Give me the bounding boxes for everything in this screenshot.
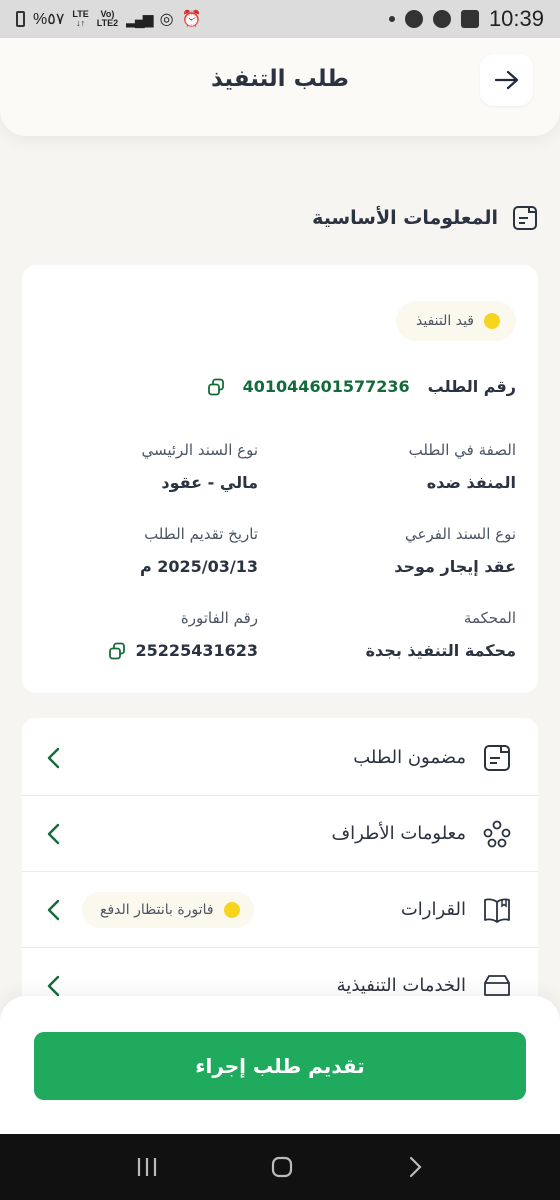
chevron-left-icon [47, 975, 60, 996]
invoice-value: 25225431623 [18, 641, 258, 660]
status-badge: قيد التنفيذ [396, 301, 516, 341]
main-bond-type-field: نوع السند الرئيسي مالي - عقود [18, 441, 258, 492]
page-title: طلب التنفيذ [211, 66, 349, 92]
submit-date-label: تاريخ تقديم الطلب [144, 525, 258, 543]
network-indicator-1: LTE ↓↑ [72, 9, 89, 28]
section-title: المعلومات الأساسية [312, 207, 498, 229]
invoice-field: رقم الفاتورة 25225431623 [18, 609, 258, 660]
court-value: محكمة التنفيذ بجدة [365, 641, 516, 660]
badge-text: فاتورة بانتظار الدفع [100, 901, 214, 918]
invoice-label: رقم الفاتورة [180, 609, 258, 627]
document-icon [484, 744, 510, 771]
list-item-label: معلومات الأطراف [331, 823, 466, 844]
status-dot-icon [484, 313, 500, 329]
gallery-icon [460, 10, 479, 28]
request-number-label: رقم الطلب [427, 377, 516, 396]
payment-pending-badge: فاتورة بانتظار الدفع [82, 891, 254, 928]
submit-date-value: 2025/03/13 م [139, 557, 258, 576]
court-field: المحكمة محكمة التنفيذ بجدة [276, 609, 516, 660]
menu-list: مضمون الطلب معلومات الأطراف القرارات فات… [22, 718, 538, 1018]
document-icon [513, 206, 537, 230]
main-bond-type-value: مالي - عقود [161, 473, 258, 492]
court-label: المحكمة [463, 609, 516, 627]
status-dot-icon [223, 901, 240, 918]
snapchat-icon [432, 10, 451, 28]
people-icon [483, 820, 511, 847]
home-icon[interactable] [270, 1155, 294, 1179]
section-heading: المعلومات الأساسية [312, 205, 538, 231]
hotspot-icon: ◎ [159, 11, 174, 28]
list-item-label: مضمون الطلب [353, 747, 466, 768]
system-nav-bar [0, 1134, 560, 1200]
notification-dot-icon [388, 16, 395, 22]
chevron-left-icon [47, 899, 60, 920]
battery-percent: %٥٧ [33, 11, 65, 28]
list-item-parties-info[interactable]: معلومات الأطراف [22, 796, 538, 872]
basic-info-card: قيد التنفيذ رقم الطلب 401044601577236 ال… [22, 265, 538, 693]
main-bond-type-label: نوع السند الرئيسي [141, 441, 258, 459]
list-item-request-content[interactable]: مضمون الطلب [22, 720, 538, 796]
submit-date-field: تاريخ تقديم الطلب 2025/03/13 م [18, 525, 258, 576]
list-item-label: الخدمات التنفيذية [336, 975, 466, 996]
whatsapp-icon [404, 10, 423, 28]
alarm-icon: ⏰ [181, 11, 202, 28]
back-nav-icon[interactable] [405, 1155, 425, 1179]
chevron-left-icon [47, 747, 60, 768]
request-number-row: رقم الطلب 401044601577236 [207, 377, 516, 396]
sub-bond-type-field: نوع السند الفرعي عقد إيجار موحد [276, 525, 516, 576]
arrow-right-icon [494, 70, 518, 90]
copy-icon[interactable] [207, 378, 225, 396]
battery-icon [16, 11, 25, 27]
bottom-action-bar: تقديم طلب إجراء [0, 996, 560, 1134]
chevron-left-icon [47, 823, 60, 844]
network-indicator-2: Vo) LTE2 [96, 9, 119, 28]
copy-icon[interactable] [108, 642, 126, 660]
status-right: 10:39 [388, 6, 544, 32]
recent-apps-icon[interactable] [135, 1156, 159, 1178]
signal-icon: ▂▄▆ [126, 10, 153, 27]
submit-action-request-button[interactable]: تقديم طلب إجراء [34, 1032, 526, 1100]
app-header: طلب التنفيذ [0, 38, 560, 136]
sub-bond-type-label: نوع السند الفرعي [405, 525, 516, 543]
list-item-decisions[interactable]: القرارات فاتورة بانتظار الدفع [22, 872, 538, 948]
book-icon [484, 898, 510, 923]
role-field: الصفة في الطلب المنفذ ضده [276, 441, 516, 492]
clock: 10:39 [488, 6, 544, 31]
sub-bond-type-value: عقد إيجار موحد [394, 557, 516, 576]
list-item-label: القرارات [400, 899, 466, 920]
status-left: %٥٧ LTE ↓↑ Vo) LTE2 ▂▄▆ ◎ ⏰ [16, 9, 201, 29]
role-label: الصفة في الطلب [408, 441, 516, 459]
role-value: المنفذ ضده [426, 473, 516, 492]
request-number-value: 401044601577236 [242, 377, 410, 396]
status-bar: %٥٧ LTE ↓↑ Vo) LTE2 ▂▄▆ ◎ ⏰ 10:39 [0, 0, 560, 38]
status-text: قيد التنفيذ [416, 313, 474, 329]
back-button[interactable] [480, 54, 533, 106]
